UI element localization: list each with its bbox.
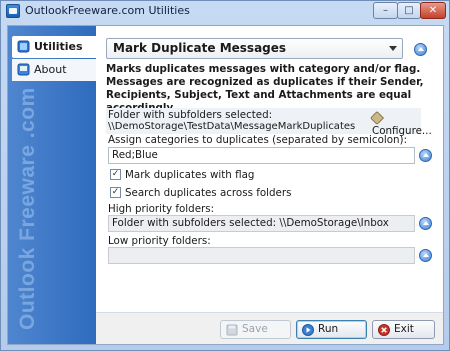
- low-priority-menu-icon[interactable]: [419, 249, 432, 262]
- exit-label: Exit: [394, 323, 414, 335]
- low-priority-input[interactable]: [108, 247, 415, 264]
- run-label: Run: [318, 323, 339, 335]
- about-icon: [17, 63, 30, 76]
- save-icon: [226, 324, 238, 336]
- categories-label: Assign categories to duplicates (separat…: [108, 134, 408, 146]
- save-button[interactable]: Save: [220, 320, 291, 339]
- save-label: Save: [242, 323, 268, 335]
- high-priority-input[interactable]: Folder with subfolders selected: \\DemoS…: [108, 215, 415, 232]
- folder-label: Folder with subfolders selected:: [108, 109, 273, 121]
- window-title: OutlookFreeware.com Utilities: [25, 4, 190, 17]
- utilities-icon: [17, 40, 30, 53]
- exit-icon: [378, 324, 390, 336]
- mark-flag-label: Mark duplicates with flag: [125, 169, 255, 181]
- maximize-button[interactable]: □: [397, 2, 421, 19]
- client-area: Utilities About Outlook Freeware .com Ma…: [7, 25, 444, 345]
- app-window: OutlookFreeware.com Utilities – □ ✕ Util…: [0, 0, 450, 351]
- run-button[interactable]: Run: [296, 320, 367, 339]
- chevron-down-icon: [389, 46, 397, 51]
- mark-flag-checkbox[interactable]: ✓: [110, 169, 121, 180]
- categories-input[interactable]: Red;Blue: [108, 147, 415, 164]
- tag-icon: [369, 110, 385, 126]
- brand-watermark: Outlook Freeware .com: [16, 87, 39, 330]
- high-priority-label: High priority folders:: [108, 203, 215, 215]
- sidebar-item-utilities[interactable]: Utilities: [12, 36, 96, 58]
- collapse-utility-icon[interactable]: [414, 43, 427, 56]
- play-icon: [302, 324, 314, 336]
- main-panel: Mark Duplicate Messages Marks duplicates…: [96, 26, 443, 344]
- search-across-label: Search duplicates across folders: [125, 187, 292, 199]
- categories-menu-icon[interactable]: [419, 149, 432, 162]
- folder-path: \\DemoStorage\TestData\MessageMarkDuplic…: [108, 121, 356, 132]
- sidebar-item-label: Utilities: [34, 40, 83, 53]
- high-priority-menu-icon[interactable]: [419, 217, 432, 230]
- sidebar: Utilities About Outlook Freeware .com: [8, 26, 96, 344]
- sidebar-item-about[interactable]: About: [12, 59, 96, 81]
- low-priority-label: Low priority folders:: [108, 235, 211, 247]
- app-icon: [6, 4, 20, 18]
- utility-select[interactable]: Mark Duplicate Messages: [106, 38, 403, 59]
- exit-button[interactable]: Exit: [372, 320, 435, 339]
- close-button[interactable]: ✕: [420, 2, 446, 19]
- minimize-button[interactable]: –: [373, 2, 398, 19]
- utility-select-value: Mark Duplicate Messages: [113, 41, 287, 55]
- title-bar[interactable]: OutlookFreeware.com Utilities – □ ✕: [1, 1, 449, 21]
- button-bar: Save Run Exit: [96, 312, 443, 344]
- search-across-checkbox[interactable]: ✓: [110, 187, 121, 198]
- sidebar-item-label: About: [34, 63, 67, 76]
